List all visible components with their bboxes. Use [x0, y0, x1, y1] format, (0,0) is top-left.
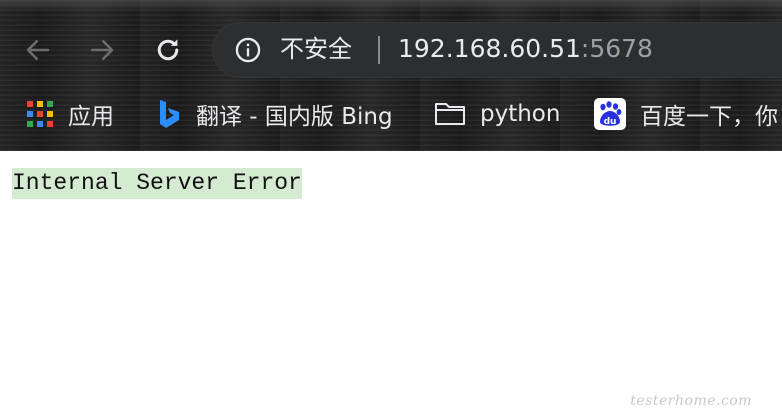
bookmark-folder-python[interactable]: python — [434, 94, 560, 134]
folder-icon — [434, 101, 466, 127]
arrow-left-icon — [23, 35, 53, 65]
error-message: Internal Server Error — [12, 168, 302, 199]
browser-chrome: 不安全 192.168.60.51:5678 应用 翻译 - 国内版 Bing — [0, 0, 782, 151]
svg-text:du: du — [604, 117, 617, 127]
bookmark-label: python — [480, 101, 561, 127]
reload-icon — [153, 35, 183, 65]
back-button[interactable] — [22, 34, 54, 66]
bookmark-apps[interactable]: 应用 — [26, 94, 114, 134]
watermark: testerhome.com — [630, 393, 752, 409]
url-text[interactable]: 192.168.60.51:5678 — [398, 33, 653, 65]
info-icon[interactable] — [234, 36, 262, 64]
browser-toolbar: 不安全 192.168.60.51:5678 — [0, 20, 782, 80]
bing-icon — [158, 98, 182, 130]
bookmark-label: 百度一下，你 — [640, 104, 778, 130]
baidu-icon: du — [594, 98, 626, 130]
url-host: 192.168.60.51 — [398, 34, 581, 63]
forward-button[interactable] — [86, 34, 118, 66]
bookmark-baidu[interactable]: du 百度一下，你 — [594, 94, 778, 134]
url-port: :5678 — [580, 34, 653, 63]
apps-grid-icon — [26, 100, 54, 128]
bookmarks-bar: 应用 翻译 - 国内版 Bing python du 百度一下，你 — [0, 94, 782, 134]
reload-button[interactable] — [152, 34, 184, 66]
bookmark-label: 应用 — [68, 104, 114, 130]
security-status-label[interactable]: 不安全 — [280, 33, 352, 65]
address-bar[interactable]: 不安全 192.168.60.51:5678 — [212, 22, 782, 78]
bookmark-bing-translate[interactable]: 翻译 - 国内版 Bing — [158, 94, 393, 134]
bookmark-label: 翻译 - 国内版 Bing — [196, 104, 393, 130]
page-content: Internal Server Error testerhome.com — [0, 151, 782, 416]
address-separator — [378, 36, 380, 64]
arrow-right-icon — [87, 35, 117, 65]
